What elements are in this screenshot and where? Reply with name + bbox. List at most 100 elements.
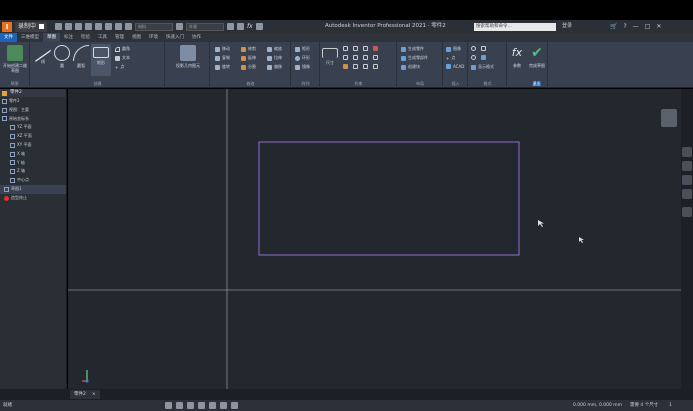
- browser-item[interactable]: Z 轴: [0, 167, 66, 176]
- line-button[interactable]: 线: [34, 39, 52, 65]
- browser-item[interactable]: Y 轴: [0, 159, 66, 168]
- mirror-button[interactable]: 镜像: [295, 64, 310, 70]
- center-point-icon[interactable]: [471, 55, 476, 60]
- new-icon[interactable]: [65, 23, 73, 30]
- equal-icon[interactable]: [373, 64, 378, 69]
- help-icon[interactable]: ?: [623, 23, 626, 30]
- dimension-button[interactable]: 尺寸: [322, 45, 338, 66]
- save-icon[interactable]: [85, 23, 93, 30]
- create-block-button[interactable]: 创建块: [401, 64, 420, 70]
- close-tab-icon[interactable]: ×: [92, 390, 96, 399]
- browser-item[interactable]: 中心点: [0, 176, 66, 185]
- update-icon[interactable]: [125, 23, 133, 30]
- symmetric-icon[interactable]: [363, 64, 368, 69]
- perpendicular-icon[interactable]: [353, 55, 358, 60]
- browser-item[interactable]: 草图1: [0, 184, 66, 194]
- split-button[interactable]: 分割: [241, 64, 256, 70]
- snap-icon[interactable]: [176, 402, 183, 409]
- move-button[interactable]: 移动: [215, 46, 230, 52]
- clear-appearance-icon[interactable]: [237, 23, 245, 30]
- sign-in-button[interactable]: 登录: [562, 20, 572, 33]
- acad-button[interactable]: ACAD: [446, 64, 464, 69]
- browser-item[interactable]: 零件2: [0, 97, 66, 106]
- sketch-grid-icon[interactable]: [165, 402, 172, 409]
- tab-7[interactable]: 视图: [128, 33, 145, 42]
- fillet-button[interactable]: 圆角: [115, 46, 130, 52]
- offset-button[interactable]: 偏移: [267, 64, 282, 70]
- tangent-icon[interactable]: [343, 64, 348, 69]
- show-dof-icon[interactable]: [220, 402, 227, 409]
- browser-item[interactable]: YZ 平面: [0, 123, 66, 132]
- parallel-icon[interactable]: [343, 55, 348, 60]
- trim-button[interactable]: 修剪: [241, 46, 256, 52]
- constraint-persist-icon[interactable]: [198, 402, 205, 409]
- tab-4[interactable]: 检验: [77, 33, 94, 42]
- browser-item[interactable]: 原始坐标系: [0, 115, 66, 124]
- orbit-icon[interactable]: [682, 189, 692, 199]
- parameters-button[interactable]: fx 参数: [508, 45, 526, 69]
- tab-8[interactable]: 环境: [145, 33, 162, 42]
- minimize-icon[interactable]: —: [633, 23, 639, 30]
- tab-1[interactable]: 三维模型: [17, 33, 43, 42]
- text-button[interactable]: 文本: [115, 55, 130, 61]
- appearance-select[interactable]: 外观: [186, 22, 225, 31]
- fix-icon[interactable]: [373, 46, 378, 51]
- viewcube-icon[interactable]: [661, 109, 677, 127]
- browser-item[interactable]: X 轴: [0, 150, 66, 159]
- undo-icon[interactable]: [95, 23, 103, 30]
- tab-0[interactable]: 文件: [0, 33, 17, 42]
- recording-indicator[interactable]: 录制中: [15, 21, 48, 32]
- browser-item[interactable]: 视图：主要: [0, 106, 66, 115]
- tab-2[interactable]: 草图: [43, 33, 60, 42]
- stretch-button[interactable]: 拉伸: [267, 55, 282, 61]
- show-constraints-icon[interactable]: [209, 402, 216, 409]
- slice-graphics-icon[interactable]: [231, 402, 238, 409]
- browser-item[interactable]: 造型终止: [0, 194, 66, 203]
- tab-3[interactable]: 标注: [60, 33, 77, 42]
- smooth-icon[interactable]: [353, 64, 358, 69]
- finish-sketch-button[interactable]: ✔ 完成草图: [528, 45, 546, 68]
- driven-dimension-icon[interactable]: [481, 55, 486, 60]
- navigation-wheel-icon[interactable]: [682, 147, 692, 157]
- extend-button[interactable]: 延伸: [241, 55, 256, 61]
- tab-10[interactable]: 协作: [188, 33, 205, 42]
- redo-icon[interactable]: [105, 23, 113, 30]
- graphics-canvas[interactable]: [68, 89, 681, 389]
- points-button[interactable]: + 点: [446, 55, 455, 61]
- create-components-button[interactable]: 生成零部件: [401, 55, 428, 61]
- show-format-button[interactable]: 显示格式: [471, 64, 494, 70]
- arc-button[interactable]: 圆弧: [72, 45, 90, 69]
- customize-icon[interactable]: [255, 23, 263, 30]
- browser-item[interactable]: XY 平面: [0, 141, 66, 150]
- copy-button[interactable]: 复制: [215, 55, 230, 61]
- scale-button[interactable]: 缩放: [267, 46, 282, 52]
- color-palette-icon[interactable]: [227, 23, 235, 30]
- vertical-icon[interactable]: [373, 55, 378, 60]
- start-sketch-button[interactable]: 开始创建二维草图: [2, 45, 28, 73]
- tab-5[interactable]: 工具: [94, 33, 111, 42]
- maximize-icon[interactable]: □: [645, 23, 651, 30]
- circ-pattern-button[interactable]: 环形: [295, 55, 310, 61]
- zoom-icon[interactable]: [682, 175, 692, 185]
- sketch-rectangle[interactable]: [258, 141, 520, 256]
- fx-button[interactable]: fx: [247, 23, 253, 30]
- tab-9[interactable]: 快速入门: [162, 33, 188, 42]
- material-select[interactable]: 材料: [135, 22, 174, 31]
- pan-icon[interactable]: [682, 161, 692, 171]
- tab-6[interactable]: 管理: [111, 33, 128, 42]
- collinear-icon[interactable]: [353, 46, 358, 51]
- construction-icon[interactable]: [471, 46, 476, 51]
- nav-expand-icon[interactable]: [682, 207, 692, 217]
- return-icon[interactable]: [115, 23, 123, 30]
- home-icon[interactable]: [55, 23, 63, 30]
- rotate-button[interactable]: 旋转: [215, 64, 230, 70]
- sketch-view[interactable]: [68, 89, 681, 389]
- centerline-icon[interactable]: [481, 46, 486, 51]
- image-button[interactable]: 图像: [446, 46, 461, 52]
- open-icon[interactable]: [75, 23, 83, 30]
- cart-icon[interactable]: 🛒: [610, 23, 617, 30]
- project-geometry-button[interactable]: 投影几何图元: [170, 45, 206, 69]
- point-button[interactable]: + 点: [115, 64, 124, 70]
- rect-pattern-button[interactable]: 矩形: [295, 46, 310, 52]
- horizontal-icon[interactable]: [363, 55, 368, 60]
